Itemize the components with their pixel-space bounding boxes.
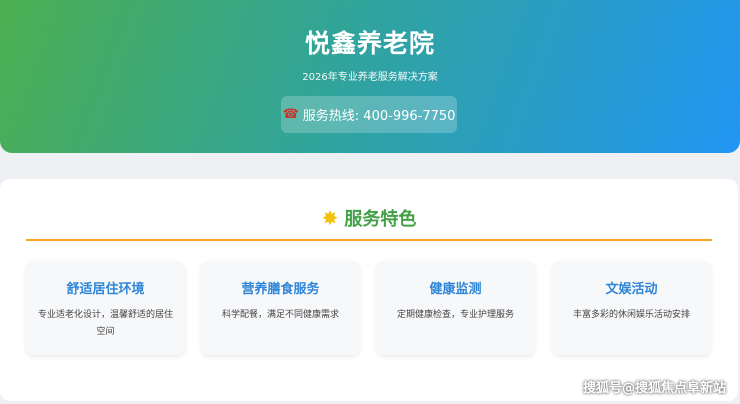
section-divider xyxy=(26,239,712,241)
feature-title: 文娱活动 xyxy=(605,282,658,297)
feature-list: 舒适居住环境 专业适老化设计，温馨舒适的居住空间 营养膳食服务 科学配餐，满足不… xyxy=(26,261,714,355)
feature-desc: 丰富多彩的休闲娱乐活动安排 xyxy=(572,310,690,320)
page-title: 悦鑫养老院 xyxy=(304,29,435,58)
feature-card-health[interactable]: 健康监测 定期健康检查，专业护理服务 xyxy=(376,261,535,355)
feature-title: 健康监测 xyxy=(429,282,482,297)
feature-title: 舒适居住环境 xyxy=(66,282,145,297)
feature-desc: 科学配餐，满足不同健康需求 xyxy=(221,310,339,320)
page-subtitle: 2026年专业养老服务解决方案 xyxy=(302,72,438,83)
phone-icon: ☎ xyxy=(282,107,299,122)
sparkle-burst-icon: ✸ xyxy=(321,206,339,230)
feature-card-nutrition[interactable]: 营养膳食服务 科学配餐，满足不同健康需求 xyxy=(201,261,360,355)
watermark: 搜狐号@搜狐焦点阜新站 xyxy=(582,381,726,396)
feature-card-comfort[interactable]: 舒适居住环境 专业适老化设计，温馨舒适的居住空间 xyxy=(26,261,185,355)
feature-title: 营养膳食服务 xyxy=(241,282,320,297)
feature-desc: 专业适老化设计，温馨舒适的居住空间 xyxy=(38,310,174,337)
feature-card-recreation[interactable]: 文娱活动 丰富多彩的休闲娱乐活动安排 xyxy=(552,261,711,355)
section-title: 服务特色 xyxy=(344,209,417,230)
hotline-text: 服务热线: 400-996-7750 xyxy=(302,109,456,124)
hotline-button[interactable]: ☎ 服务热线: 400-996-7750 xyxy=(281,96,457,133)
feature-desc: 定期健康检查，专业护理服务 xyxy=(396,310,514,320)
section-header: ✸ 服务特色 xyxy=(0,205,738,231)
hero-banner: 悦鑫养老院 2026年专业养老服务解决方案 ☎ 服务热线: 400-996-77… xyxy=(0,0,740,153)
services-card: ✸ 服务特色 舒适居住环境 专业适老化设计，温馨舒适的居住空间 营养膳食服务 科… xyxy=(0,179,738,401)
